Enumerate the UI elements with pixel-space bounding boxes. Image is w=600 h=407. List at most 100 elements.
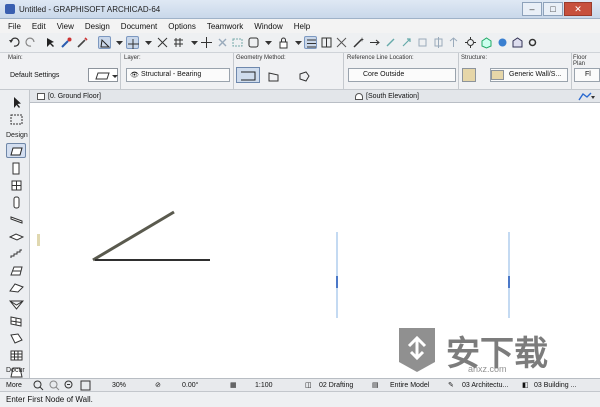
menu-design[interactable]: Design — [85, 22, 110, 31]
watermark-logo — [395, 322, 439, 374]
eyedropper-icon[interactable] — [60, 36, 73, 49]
split-grip-left[interactable] — [37, 234, 40, 246]
pen-set-select[interactable]: 03 Architectu... — [462, 380, 520, 391]
menu-help[interactable]: Help — [294, 22, 310, 31]
column-tool-icon[interactable] — [9, 196, 24, 209]
door-tool-icon[interactable] — [9, 162, 24, 175]
elevation-icon — [355, 93, 363, 100]
model-view-select[interactable]: Entire Model — [390, 380, 440, 391]
marquee-tool-icon[interactable] — [9, 113, 24, 126]
drag-icon[interactable] — [400, 36, 413, 49]
offset-icon[interactable] — [384, 36, 397, 49]
compare-icon[interactable] — [320, 36, 333, 49]
chevron-down-icon[interactable] — [113, 36, 126, 49]
material-swatch[interactable] — [462, 68, 476, 82]
close-button[interactable]: ✕ — [564, 2, 592, 16]
menu-document[interactable]: Document — [121, 22, 157, 31]
geometry-method-label: Geometry Method: — [236, 55, 286, 61]
dimension-standard-select[interactable]: 03 Building ... — [534, 380, 594, 391]
structure-label: Structure: — [461, 55, 488, 61]
orientation-angle[interactable]: 0.00° — [182, 380, 224, 391]
shell-tool-icon[interactable] — [9, 281, 24, 294]
divider — [233, 53, 234, 90]
grid-snap-icon[interactable] — [172, 36, 185, 49]
snap-icon[interactable] — [156, 36, 169, 49]
arrow-tool-icon[interactable] — [9, 96, 24, 109]
view-options-icon[interactable] — [578, 91, 596, 102]
maximize-button[interactable]: □ — [543, 2, 563, 16]
floor-plan-select[interactable]: Fl — [574, 68, 600, 82]
window-tool-icon[interactable] — [9, 179, 24, 192]
app-icon — [5, 4, 15, 14]
scale-select[interactable]: 1:100 — [255, 380, 297, 391]
reference-line-select[interactable]: Core Outside — [348, 68, 456, 82]
suspend-groups-icon[interactable] — [216, 36, 229, 49]
marquee-icon[interactable] — [231, 36, 244, 49]
eye-icon: 👁 — [130, 72, 139, 79]
redo-icon[interactable] — [24, 36, 37, 49]
trace-icon[interactable] — [304, 36, 317, 49]
dimension-icon: ◧ — [522, 382, 529, 389]
gravity-icon[interactable] — [98, 36, 111, 49]
menu-view[interactable]: View — [57, 22, 74, 31]
building-icon[interactable] — [511, 36, 524, 49]
wall-settings-swatch[interactable] — [88, 68, 118, 82]
title-bar: Untitled - GRAPHISOFT ARCHICAD-64 – □ ✕ — [0, 0, 600, 19]
beam-tool-icon[interactable] — [9, 213, 24, 226]
structure-value: Generic Wall/S... — [509, 71, 562, 78]
minimize-button[interactable]: – — [522, 2, 542, 16]
split-icon[interactable] — [335, 36, 348, 49]
wall-segment-diagonal[interactable] — [92, 210, 175, 262]
menu-bar: File Edit View Design Document Options T… — [0, 19, 600, 33]
wall-tool-icon[interactable] — [6, 143, 26, 158]
syringe-icon[interactable] — [76, 36, 89, 49]
chevron-down-icon[interactable] — [142, 36, 155, 49]
toolbox: Design — [0, 90, 30, 378]
slab-tool-icon[interactable] — [8, 230, 25, 243]
elevate-icon[interactable] — [447, 36, 460, 49]
document-section-label: Docur — [6, 367, 25, 374]
reference-line-label: Reference Line Location: — [347, 55, 414, 61]
lock-icon[interactable] — [277, 36, 290, 49]
render-icon[interactable] — [496, 36, 509, 49]
tab-south-elevation[interactable]: [South Elevation] — [354, 91, 444, 102]
mirror-icon[interactable] — [432, 36, 445, 49]
window-controls: – □ ✕ — [521, 2, 592, 17]
menu-file[interactable]: File — [8, 22, 21, 31]
navigation-bar: More 30% ⊘ 0.00° ▦ 1:100 ◫ 02 Drafting ▤… — [0, 378, 600, 391]
floor-plan-canvas[interactable] — [31, 104, 331, 378]
morph-tool-icon[interactable] — [9, 332, 24, 345]
arrow-tool-icon[interactable] — [44, 36, 57, 49]
undo-icon[interactable] — [8, 36, 21, 49]
layer-combination-select[interactable]: 02 Drafting — [319, 380, 369, 391]
menu-teamwork[interactable]: Teamwork — [207, 22, 243, 31]
stretch-icon[interactable] — [368, 36, 381, 49]
curtain-wall-tool-icon[interactable] — [9, 315, 24, 328]
3d-view-icon[interactable] — [480, 36, 493, 49]
skylight-tool-icon[interactable] — [8, 298, 25, 311]
more-button[interactable]: More — [6, 380, 22, 391]
chevron-down-icon[interactable] — [262, 36, 275, 49]
layers-icon[interactable] — [247, 36, 260, 49]
magic-wand-icon[interactable] — [352, 36, 365, 49]
polygonal-wall-icon[interactable] — [298, 70, 311, 83]
menu-options[interactable]: Options — [168, 22, 196, 31]
layer-select[interactable]: Structural - Bearing — [126, 68, 230, 82]
explode-icon[interactable] — [464, 36, 477, 49]
menu-window[interactable]: Window — [254, 22, 282, 31]
rotate-icon[interactable] — [416, 36, 429, 49]
menu-edit[interactable]: Edit — [32, 22, 46, 31]
layer-value: Structural - Bearing — [141, 71, 202, 78]
guide-lines-icon[interactable] — [126, 36, 139, 49]
default-settings-button[interactable]: Default Settings — [10, 72, 59, 79]
mesh-tool-icon[interactable] — [9, 349, 24, 362]
roof-tool-icon[interactable] — [9, 264, 24, 277]
zoom-level[interactable]: 30% — [112, 380, 150, 391]
cursor-snap-icon[interactable] — [200, 36, 213, 49]
straight-wall-icon[interactable] — [236, 67, 260, 83]
stair-tool-icon[interactable] — [9, 247, 24, 260]
settings-icon[interactable] — [526, 36, 539, 49]
tab-ground-floor[interactable]: [0. Ground Floor] — [36, 91, 152, 102]
trapezoid-wall-icon[interactable] — [267, 70, 280, 83]
grid-icon: ▦ — [230, 382, 237, 389]
